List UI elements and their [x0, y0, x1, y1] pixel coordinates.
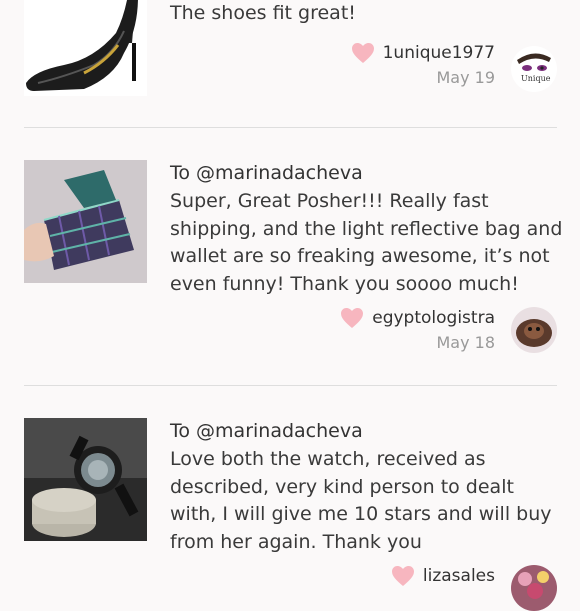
avatar[interactable]	[511, 307, 557, 353]
avatar[interactable]: Unique	[511, 46, 557, 92]
review-recipient[interactable]: To @marinadacheva	[170, 420, 363, 442]
review-text: The shoes fit great!	[170, 2, 356, 24]
review-text: Love both the watch, received as describ…	[170, 448, 552, 553]
svg-text:Unique: Unique	[521, 74, 551, 83]
review-item-image[interactable]	[24, 418, 147, 541]
review-user[interactable]: lizasales	[391, 565, 495, 587]
avatar[interactable]	[511, 565, 557, 611]
review-item-image[interactable]	[24, 160, 147, 283]
username-link[interactable]: 1unique1977	[383, 43, 495, 63]
review-text: Super, Great Posher!!! Really fast shipp…	[170, 190, 563, 295]
heart-icon[interactable]	[391, 565, 415, 587]
heart-icon[interactable]	[340, 307, 364, 329]
review-date: May 19	[436, 68, 495, 87]
username-link[interactable]: lizasales	[423, 566, 495, 586]
review-recipient[interactable]: To @marinadacheva	[170, 162, 363, 184]
review-item-image[interactable]	[24, 0, 147, 96]
username-link[interactable]: egyptologistra	[372, 308, 495, 328]
heart-icon[interactable]	[351, 42, 375, 64]
divider	[24, 385, 557, 386]
review-date: May 18	[436, 333, 495, 352]
review-user[interactable]: egyptologistra	[340, 307, 495, 329]
divider	[24, 127, 557, 128]
review-user[interactable]: 1unique1977	[351, 42, 495, 64]
